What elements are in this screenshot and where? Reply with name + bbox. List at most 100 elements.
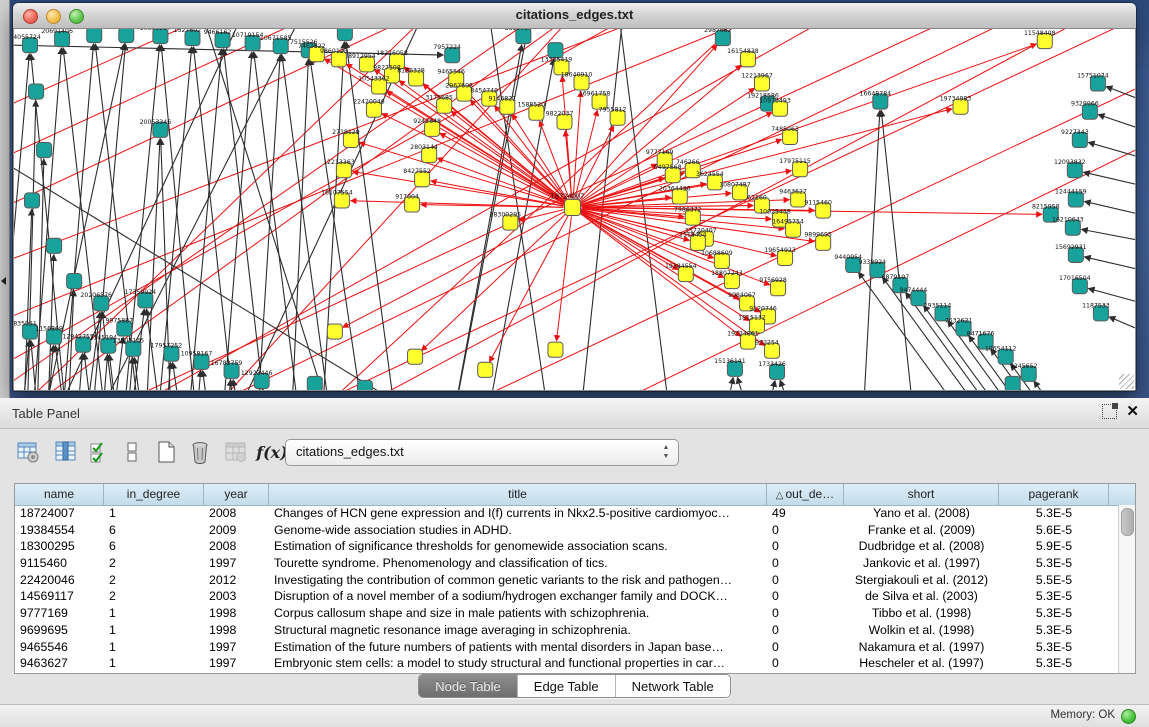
- graph-node-label: 9465546: [437, 68, 465, 75]
- graph-node-label: 9146821: [488, 96, 516, 103]
- tab-network-table[interactable]: Network Table: [615, 675, 730, 697]
- column-header-title[interactable]: title: [269, 484, 767, 505]
- tab-edge-table[interactable]: Edge Table: [517, 675, 615, 697]
- graph-node-label: 15692931: [1055, 244, 1087, 251]
- float-panel-icon[interactable]: [1102, 404, 1117, 419]
- select-all-rows-button[interactable]: [86, 438, 114, 466]
- table-cell-title: Corpus callosum shape and size in male p…: [269, 605, 767, 622]
- import-table-button[interactable]: [222, 438, 250, 466]
- row-height-button[interactable]: [118, 438, 146, 466]
- table-cell-short: Jankovic et al. (1997): [844, 555, 999, 572]
- delete-table-button[interactable]: [186, 438, 214, 466]
- table-cell-in_degree: 6: [104, 538, 204, 555]
- table-row[interactable]: 2242004622012Investigating the contribut…: [15, 572, 1119, 589]
- tab-node-table[interactable]: Node Table: [419, 675, 517, 697]
- graph-node-label: 11548408: [1024, 30, 1056, 37]
- table-settings-button[interactable]: [14, 438, 42, 466]
- table-row[interactable]: 911546021997Tourette syndrome. Phenomeno…: [15, 555, 1119, 572]
- graph-node-label: 17359924: [125, 289, 157, 296]
- graph-node-label: 2987682: [704, 29, 732, 34]
- table-cell-title: Disruption of a novel member of a sodium…: [269, 588, 767, 605]
- table-cell-pagerank: 5.5E-5: [999, 572, 1109, 589]
- graph-node[interactable]: [548, 342, 563, 357]
- table-body[interactable]: 1872400712008Changes of HCN gene express…: [15, 505, 1119, 673]
- graph-edge: [360, 143, 564, 205]
- graph-node-label: 1733426: [758, 361, 786, 368]
- table-row[interactable]: 969969511998Structural magnetic resonanc…: [15, 622, 1119, 639]
- window-titlebar[interactable]: citations_edges.txt: [13, 3, 1136, 29]
- table-cell-pagerank: 5.6E-5: [999, 522, 1109, 539]
- graph-node[interactable]: [564, 199, 580, 215]
- table-scrollbar[interactable]: [1118, 505, 1135, 673]
- graph-node-label: 10655257: [140, 29, 172, 32]
- graph-node-label: 1815132: [738, 314, 766, 321]
- table-cell-short: Franke et al. (2009): [844, 522, 999, 539]
- graph-node[interactable]: [1005, 376, 1020, 390]
- graph-node[interactable]: [307, 376, 322, 390]
- table-panel-header[interactable]: Table Panel ✕: [0, 398, 1149, 429]
- graph-edge: [203, 371, 215, 390]
- column-header-out_de[interactable]: △out_de…: [767, 484, 844, 505]
- table-row[interactable]: 1872400712008Changes of HCN gene express…: [15, 505, 1119, 522]
- graph-node[interactable]: [47, 238, 62, 253]
- network-view-window[interactable]: citations_edges.txt 24055724206914069699…: [13, 3, 1136, 391]
- graph-node-label: 8427552: [403, 168, 431, 175]
- column-header-pagerank[interactable]: pagerank: [999, 484, 1109, 505]
- graph-node-label: 13325419: [541, 56, 573, 63]
- table-scrollbar-thumb[interactable]: [1121, 508, 1134, 536]
- graph-node-label: 835051: [14, 320, 37, 327]
- table-cell-in_degree: 1: [104, 605, 204, 622]
- graph-node[interactable]: [357, 380, 372, 390]
- close-panel-icon[interactable]: ✕: [1126, 405, 1139, 419]
- graph-edge: [737, 378, 761, 390]
- graph-node-label: 7955812: [599, 107, 627, 114]
- column-header-year[interactable]: year: [204, 484, 269, 505]
- table-chooser-select[interactable]: citations_edges.txt ▲▼: [285, 439, 679, 466]
- graph-node[interactable]: [408, 349, 423, 364]
- table-row[interactable]: 977716911998Corpus callosum shape and si…: [15, 605, 1119, 622]
- table-row[interactable]: 1830029562008Estimation of significance …: [15, 538, 1119, 555]
- new-table-button[interactable]: [152, 438, 180, 466]
- resize-grip[interactable]: [1119, 374, 1134, 389]
- graph-node[interactable]: [119, 29, 134, 43]
- table-cell-title: Embryonic stem cells: a model to study s…: [269, 655, 767, 672]
- table-row[interactable]: 1938455462009Genome-wide association stu…: [15, 522, 1119, 539]
- column-header-name[interactable]: name: [15, 484, 104, 505]
- graph-node-label: 20691406: [41, 29, 73, 35]
- graph-node[interactable]: [327, 324, 342, 339]
- table-row[interactable]: 946554611997Estimation of the future num…: [15, 639, 1119, 656]
- panel-collapse-arrow-icon[interactable]: [1, 277, 6, 285]
- graph-node[interactable]: [37, 142, 52, 157]
- column-header-short[interactable]: short: [844, 484, 999, 505]
- network-desktop: citations_edges.txt 24055724206914069699…: [0, 0, 1149, 398]
- table-cell-year: 1998: [204, 622, 269, 639]
- graph-node-label: 1518454: [679, 232, 707, 239]
- graph-node[interactable]: [67, 274, 82, 289]
- function-builder-button[interactable]: f(x): [258, 438, 286, 466]
- graph-edge: [756, 381, 775, 390]
- table-cell-title: Structural magnetic resonance image aver…: [269, 622, 767, 639]
- table-cell-out_de: 0: [767, 639, 844, 656]
- table-column-button[interactable]: [52, 438, 80, 466]
- graph-node[interactable]: [29, 84, 44, 99]
- graph-node[interactable]: [337, 29, 352, 41]
- table-row[interactable]: 946362711997Embryonic stem cells: a mode…: [15, 655, 1119, 672]
- graph-node-label: 9756928: [759, 277, 787, 284]
- graph-node-label: 1187533: [1082, 302, 1110, 309]
- table-cell-name: 14569117: [15, 588, 104, 605]
- table-cell-year: 2003: [204, 588, 269, 605]
- column-header-in_degree[interactable]: in_degree: [104, 484, 204, 505]
- graph-edge: [716, 378, 733, 390]
- graph-node-label: 9338924: [858, 259, 886, 266]
- graph-node[interactable]: [87, 29, 102, 43]
- graph-node[interactable]: [25, 193, 40, 208]
- graph-node[interactable]: [478, 362, 493, 377]
- table-cell-name: 9777169: [15, 605, 104, 622]
- citation-network-graph[interactable]: 2405572420691406969969514569117106552571…: [14, 29, 1135, 390]
- sort-ascending-icon: △: [776, 490, 784, 501]
- table-header-row[interactable]: namein_degreeyeartitle△out_de…shortpager…: [15, 484, 1135, 506]
- network-canvas[interactable]: 2405572420691406969969514569117106552571…: [14, 29, 1135, 390]
- table-cell-name: 9463627: [15, 655, 104, 672]
- graph-node-label: 9975887: [105, 317, 133, 324]
- table-row[interactable]: 1456911722003Disruption of a novel membe…: [15, 588, 1119, 605]
